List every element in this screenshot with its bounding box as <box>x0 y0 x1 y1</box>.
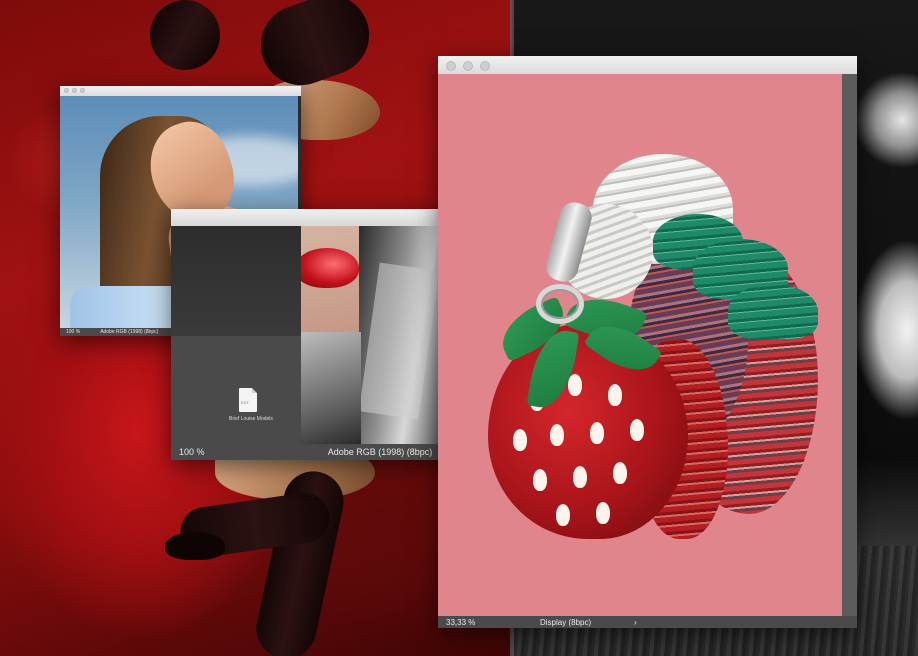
document-status-bar: 33,33 % Display (8bpc) › <box>438 616 857 628</box>
close-button[interactable] <box>446 61 456 71</box>
vertical-scrollbar[interactable] <box>842 74 857 616</box>
background-shoe <box>165 532 225 560</box>
strawberry-seed <box>533 469 547 491</box>
strawberry-seed <box>568 374 582 396</box>
collage-file-tile: EXT Brief Louise Models <box>171 336 301 444</box>
status-menu-arrow[interactable]: › <box>634 618 637 627</box>
zoom-level[interactable]: 33,33 % <box>446 618 524 627</box>
minimize-button[interactable] <box>72 88 77 93</box>
window-titlebar[interactable] <box>60 86 301 96</box>
torn-paper <box>359 262 440 420</box>
collage-dark-tile <box>171 226 301 336</box>
file-extension-label: EXT <box>241 400 249 405</box>
background-leg <box>137 0 233 83</box>
strawberry-seed <box>630 419 644 441</box>
zoom-level[interactable]: 100 % <box>179 447 239 457</box>
zoom-button[interactable] <box>80 88 85 93</box>
strawberry-seed <box>596 502 610 524</box>
collage-lips-tile <box>301 226 359 332</box>
strawberry-seed <box>513 429 527 451</box>
file-name-label[interactable]: Brief Louise Models <box>229 416 273 422</box>
strawberry-image-canvas[interactable] <box>438 74 842 616</box>
close-button[interactable] <box>64 88 69 93</box>
background-leg <box>249 0 381 97</box>
strawberry-seed <box>573 466 587 488</box>
strawberry-document-window[interactable]: 33,33 % Display (8bpc) › <box>438 56 857 628</box>
strawberry-seed <box>556 504 570 526</box>
red-lips <box>301 248 359 288</box>
strawberry-seed <box>613 462 627 484</box>
zoom-level[interactable]: 100 % <box>66 329 80 335</box>
strawberry-seed <box>608 384 622 406</box>
minimize-button[interactable] <box>463 61 473 71</box>
green-cap-shape <box>728 284 818 339</box>
strawberry-seed <box>550 424 564 446</box>
keyring <box>536 284 584 324</box>
strawberry-seed <box>590 422 604 444</box>
color-profile-label: Display (8bpc) <box>540 617 592 627</box>
zoom-button[interactable] <box>480 61 490 71</box>
window-titlebar[interactable] <box>438 56 857 74</box>
collage-bw-hands-tile <box>301 332 361 444</box>
